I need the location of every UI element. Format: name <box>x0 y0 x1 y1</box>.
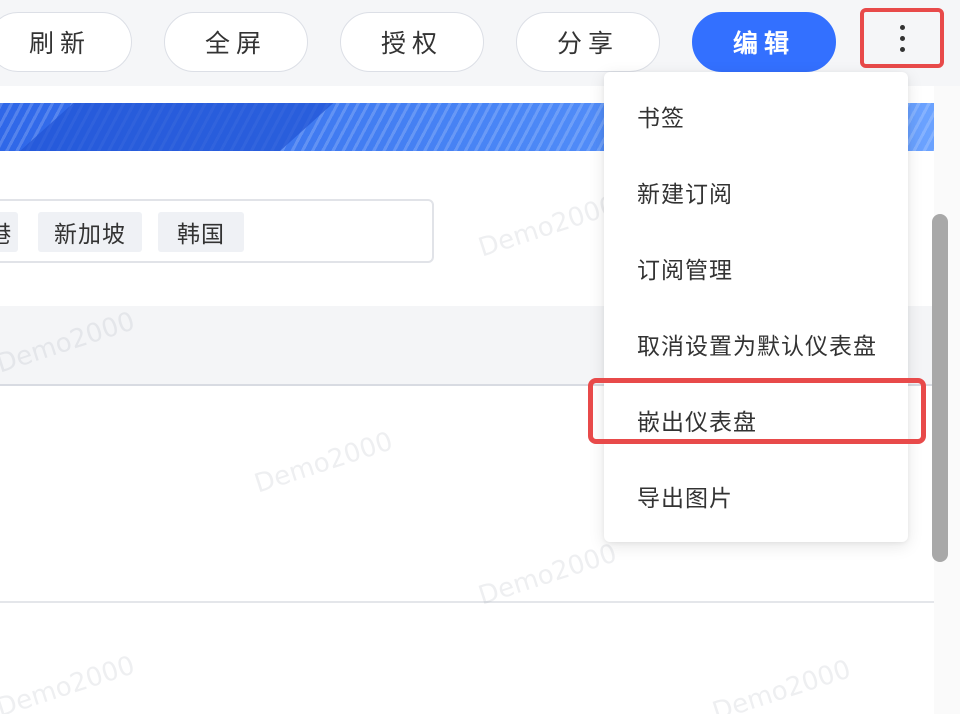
menu-item-new-subscription[interactable]: 新建订阅 <box>604 154 908 230</box>
menu-item-export-image[interactable]: 导出图片 <box>604 458 908 534</box>
watermark: Demo2000 <box>708 654 855 714</box>
edit-button[interactable]: 编辑 <box>692 12 836 72</box>
share-button[interactable]: 分享 <box>516 12 660 72</box>
menu-item-unset-default-dashboard[interactable]: 取消设置为默认仪表盘 <box>604 306 908 382</box>
scrollbar-thumb[interactable] <box>932 214 948 562</box>
more-button[interactable] <box>860 8 944 68</box>
more-vertical-icon-dot <box>899 35 905 41</box>
menu-item-bookmark[interactable]: 书签 <box>604 78 908 154</box>
filter-tag[interactable]: 新加坡 <box>38 212 142 252</box>
watermark: Demo2000 <box>250 426 397 500</box>
more-menu: 书签 新建订阅 订阅管理 取消设置为默认仪表盘 嵌出仪表盘 导出图片 <box>604 72 908 542</box>
more-vertical-icon-dot <box>899 46 905 52</box>
filter-tag[interactable]: 韩国 <box>158 212 244 252</box>
more-vertical-icon <box>899 24 905 30</box>
divider <box>0 601 934 603</box>
watermark: Demo2000 <box>0 650 139 714</box>
region-filter[interactable]: 港 新加坡 韩国 <box>0 199 434 263</box>
fullscreen-button[interactable]: 全屏 <box>164 12 308 72</box>
refresh-button[interactable]: 刷新 <box>0 12 132 72</box>
menu-item-embed-dashboard[interactable]: 嵌出仪表盘 <box>604 382 908 458</box>
watermark: Demo2000 <box>474 190 621 264</box>
filter-tag[interactable]: 港 <box>0 212 18 252</box>
menu-item-subscription-management[interactable]: 订阅管理 <box>604 230 908 306</box>
authorize-button[interactable]: 授权 <box>340 12 484 72</box>
